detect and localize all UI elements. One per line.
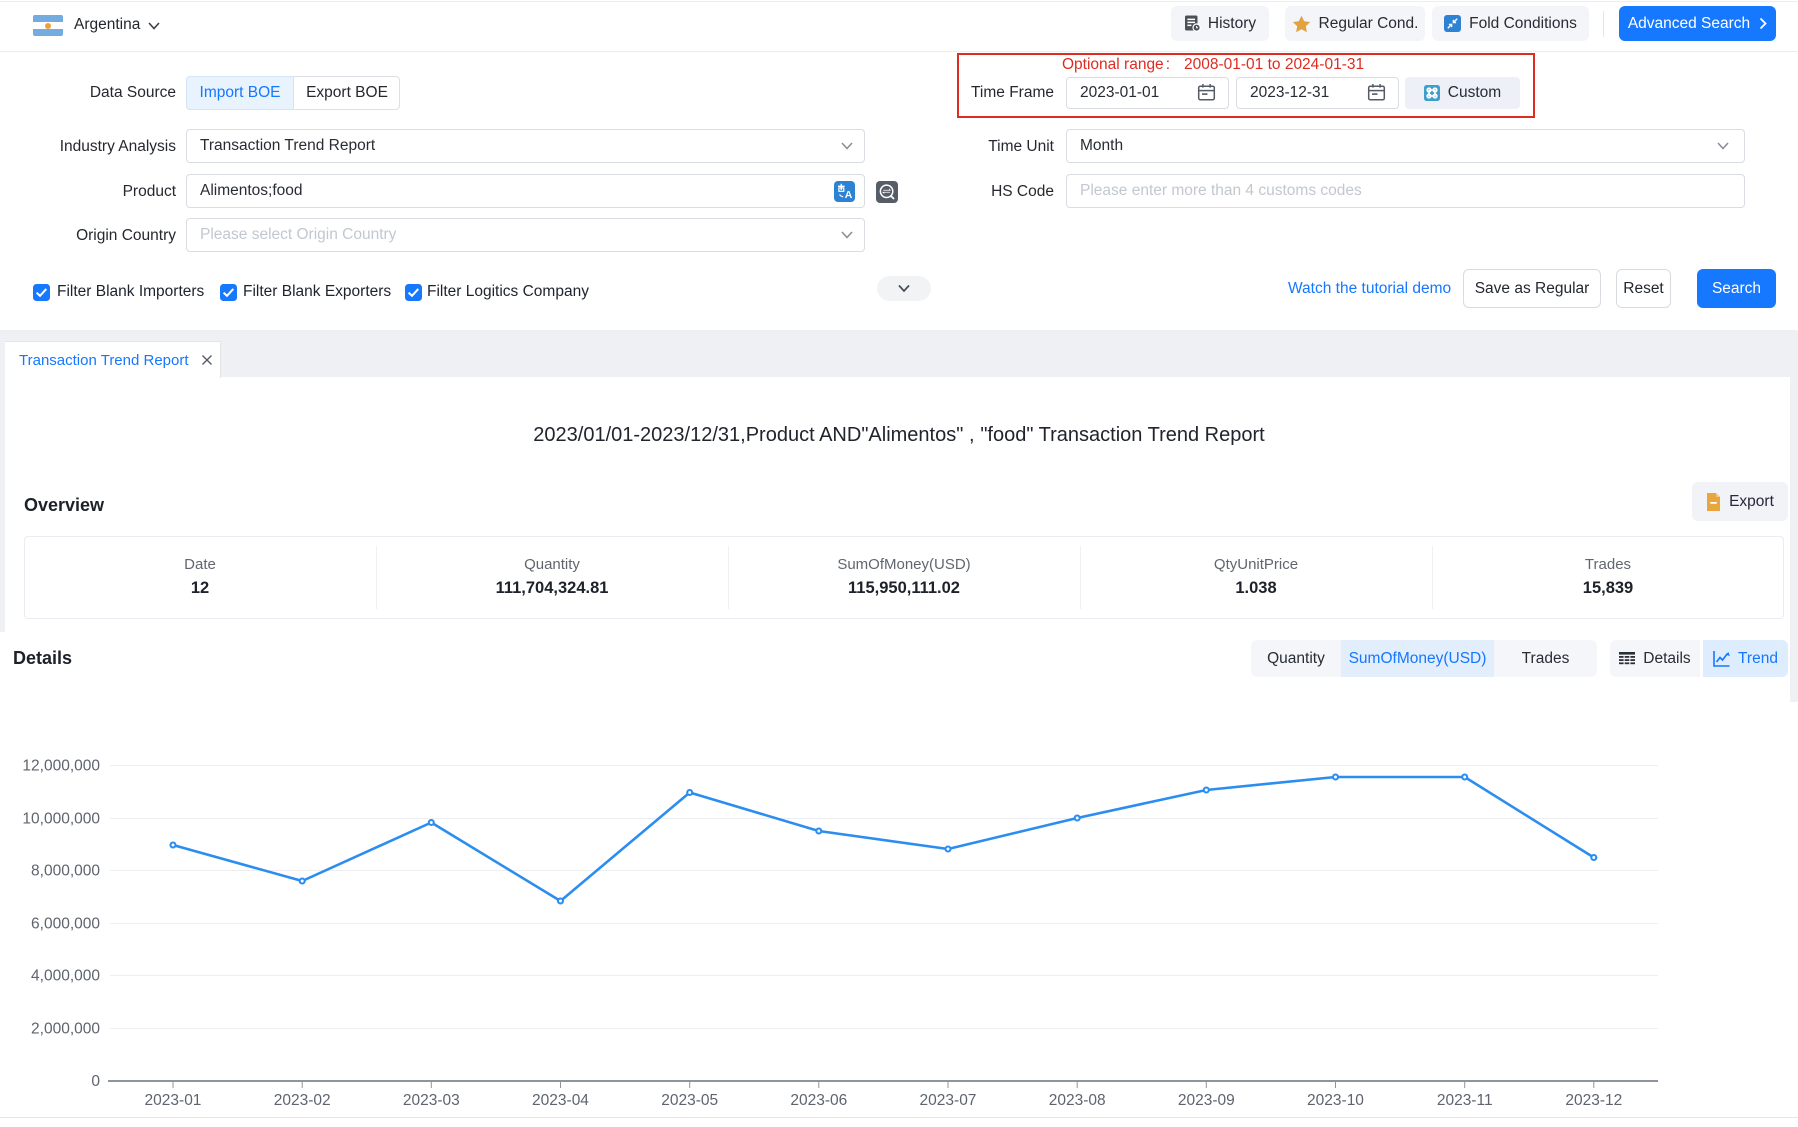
svg-text:2023-08: 2023-08 (1049, 1092, 1106, 1109)
svg-text:2023-03: 2023-03 (403, 1092, 460, 1109)
svg-text:2023-01: 2023-01 (145, 1092, 202, 1109)
svg-text:2,000,000: 2,000,000 (31, 1021, 100, 1038)
svg-text:2023-05: 2023-05 (661, 1092, 718, 1109)
svg-text:2023-11: 2023-11 (1437, 1092, 1493, 1109)
svg-text:8,000,000: 8,000,000 (31, 863, 100, 880)
svg-text:2023-07: 2023-07 (920, 1092, 977, 1109)
svg-text:2023-09: 2023-09 (1178, 1092, 1235, 1109)
svg-text:12,000,000: 12,000,000 (22, 758, 100, 775)
svg-text:2023-10: 2023-10 (1307, 1092, 1364, 1109)
svg-text:6,000,000: 6,000,000 (31, 916, 100, 933)
svg-text:2023-04: 2023-04 (532, 1092, 589, 1109)
svg-text:0: 0 (91, 1073, 100, 1090)
svg-text:2023-06: 2023-06 (790, 1092, 847, 1109)
svg-text:2023-12: 2023-12 (1565, 1092, 1622, 1109)
svg-text:2023-02: 2023-02 (274, 1092, 331, 1109)
svg-text:10,000,000: 10,000,000 (22, 811, 100, 828)
svg-text:4,000,000: 4,000,000 (31, 968, 100, 985)
svg-text:A: A (845, 189, 853, 201)
